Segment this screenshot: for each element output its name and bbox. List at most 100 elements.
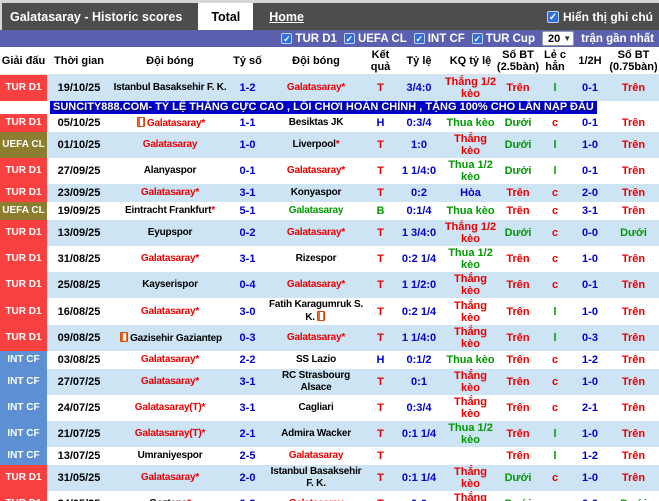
result-letter: H [366, 351, 395, 369]
recent-count-select[interactable]: 20 ▼ [542, 31, 574, 46]
table-row: UEFA CL01/10/25Galatasaray1-0Liverpool*T… [0, 132, 659, 158]
column-header: KQ tỷ lệ [443, 47, 498, 74]
home-team: Galatasaray(T)* [111, 421, 229, 447]
odds-result: Thắng kèo [443, 325, 498, 351]
over-under-0-75: Trên [608, 132, 659, 158]
away-team: Konyaspor [266, 184, 366, 202]
over-under-2-5: Trên [498, 369, 538, 395]
checkbox-checked-icon: ✓ [472, 33, 483, 44]
team-name: Galatasaray [287, 279, 342, 290]
filter-label: UEFA CL [358, 33, 407, 45]
team-name: Galatasaray [141, 354, 196, 365]
odds-result: Thắng kèo [443, 298, 498, 325]
league-badge: TUR D1 [0, 465, 47, 491]
handicap-odds: 0:1/4 [395, 202, 443, 220]
half-time-score: 0-1 [572, 114, 608, 132]
column-header: Đội bóng [111, 47, 229, 74]
tab-total[interactable]: Total [198, 3, 253, 30]
page-title: Galatasaray - Historic scores [10, 10, 182, 24]
filter-label: TUR D1 [295, 33, 337, 45]
match-score: 1-0 [229, 132, 266, 158]
odd-even: c [538, 369, 572, 395]
filter-int-cf[interactable]: ✓INT CF [414, 33, 465, 45]
home-team: Galatasaray* [111, 114, 229, 132]
half-time-score: 0-1 [572, 75, 608, 101]
league-filters: ✓TUR D1✓UEFA CL✓INT CF✓TUR Cup [281, 33, 535, 45]
league-badge: UEFA CL [0, 132, 47, 158]
handicap-odds [395, 447, 443, 465]
odd-even: l [538, 447, 572, 465]
tab-home[interactable]: Home [269, 3, 304, 30]
handicap-odds: 3/4:0 [395, 75, 443, 101]
odds-result: Thua kèo [443, 114, 498, 132]
result-letter: T [366, 325, 395, 351]
odd-even: c [538, 184, 572, 202]
away-team: Besiktas JK [266, 114, 366, 132]
team-star-marker: * [201, 402, 205, 413]
result-letter: T [366, 447, 395, 465]
filter-tur-cup[interactable]: ✓TUR Cup [472, 33, 535, 45]
home-team: Galatasaray [111, 132, 229, 158]
odds-result: Thắng kèo [443, 132, 498, 158]
home-team: Gazisehir Gaziantep [111, 325, 229, 351]
away-team: Galatasaray [266, 491, 366, 501]
result-letter: T [366, 491, 395, 501]
match-score: 1-2 [229, 75, 266, 101]
table-row: TUR D124/05/25Goztepe*0-2GalatasarayT0:0… [0, 491, 659, 501]
table-row: INT CF21/07/25Galatasaray(T)*2-1Admira W… [0, 421, 659, 447]
half-time-score: 3-1 [572, 202, 608, 220]
team-star-marker: * [195, 354, 199, 365]
away-team: Istanbul Basaksehir F. K. [266, 465, 366, 491]
odd-even: l [538, 75, 572, 101]
over-under-0-75: Trên [608, 184, 659, 202]
result-letter: T [366, 220, 395, 246]
match-date: 27/07/25 [47, 369, 111, 395]
result-letter: T [366, 298, 395, 325]
over-under-0-75: Trên [608, 465, 659, 491]
filter-label: INT CF [428, 33, 465, 45]
odd-even: c [538, 246, 572, 272]
league-badge: TUR D1 [0, 325, 47, 351]
handicap-odds: 0:2 1/4 [395, 298, 443, 325]
team-name: Gazisehir Gaziantep [130, 333, 222, 344]
result-letter: T [366, 246, 395, 272]
handicap-odds: 0:1 1/4 [395, 421, 443, 447]
handicap-odds: 0:3/4 [395, 395, 443, 421]
recent-count-value: 20 [548, 33, 560, 45]
league-badge: TUR D1 [0, 246, 47, 272]
handicap-odds: 0:1 [395, 369, 443, 395]
team-star-marker: * [341, 227, 345, 238]
team-name: Cagliari [298, 402, 333, 413]
team-star-marker: * [341, 165, 345, 176]
match-score: 2-1 [229, 421, 266, 447]
team-name: Alanyaspor [144, 165, 196, 176]
over-under-2-5: Dưới [498, 491, 538, 501]
team-name: Galatasaray [287, 227, 342, 238]
show-notes-label: Hiển thị ghi chú [563, 10, 653, 24]
team-badge-icon [317, 311, 325, 321]
half-time-score: 0-0 [572, 220, 608, 246]
show-notes-toggle[interactable]: ✓ Hiển thị ghi chú [547, 3, 653, 30]
team-name: Galatasaray [289, 205, 344, 216]
match-date: 13/09/25 [47, 220, 111, 246]
column-header: Tỷ lệ [395, 47, 443, 74]
column-header: Số BT (2.5bàn) [498, 47, 538, 74]
league-badge: INT CF [0, 369, 47, 395]
team-name: Konyaspor [291, 187, 341, 198]
result-letter: T [366, 158, 395, 184]
filterbar: ✓TUR D1✓UEFA CL✓INT CF✓TUR Cup 20 ▼ trận… [0, 30, 659, 47]
match-score: 2-0 [229, 465, 266, 491]
odds-result: Thua kèo [443, 351, 498, 369]
filter-label: TUR Cup [486, 33, 535, 45]
away-team: Galatasaray* [266, 75, 366, 101]
match-score: 3-1 [229, 246, 266, 272]
match-score: 0-2 [229, 220, 266, 246]
filter-tur-d1[interactable]: ✓TUR D1 [281, 33, 337, 45]
match-score: 0-4 [229, 272, 266, 298]
ad-banner-link[interactable]: SUNCITY888.COM- TỶ LỆ THẮNG CỰC CAO , LỐ… [50, 101, 597, 114]
match-score: 5-1 [229, 202, 266, 220]
filter-uefa-cl[interactable]: ✓UEFA CL [344, 33, 407, 45]
column-header: Kết quả [366, 47, 395, 74]
half-time-score: 1-2 [572, 351, 608, 369]
historic-scores-page: Galatasaray - Historic scores Total Home… [0, 0, 659, 501]
